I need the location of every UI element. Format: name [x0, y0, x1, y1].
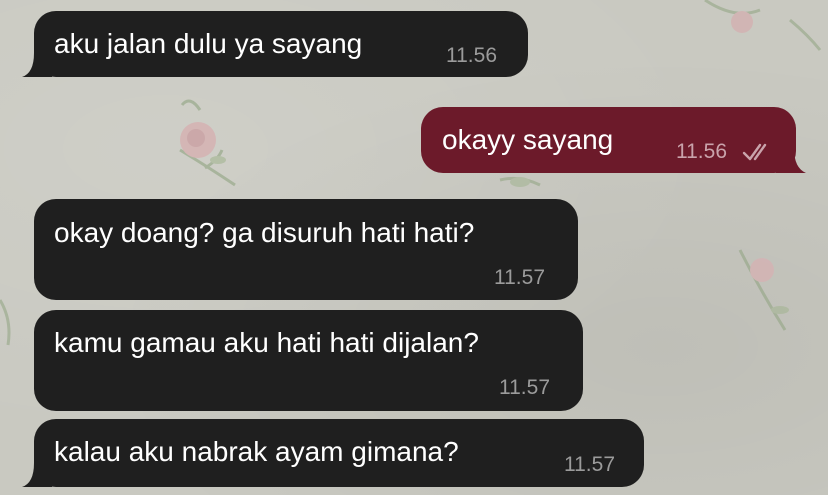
message-timestamp: 11.56 — [676, 140, 727, 163]
bubble-tail — [776, 148, 806, 173]
message-text: aku jalan dulu ya sayang — [54, 28, 363, 59]
bubble-tail — [22, 53, 52, 77]
message-text: okay doang? ga disuruh hati hati? — [54, 217, 475, 248]
message-text: kalau aku nabrak ayam gimana? — [54, 436, 459, 467]
rose-icon — [704, 0, 822, 51]
message-timestamp: 11.57 — [564, 453, 615, 476]
message-timestamp: 11.56 — [446, 44, 497, 67]
message-bubble-incoming[interactable]: kamu gamau aku hati hati dijalan? 11.57 — [34, 310, 583, 411]
message-text: kamu gamau aku hati hati dijalan? — [54, 327, 479, 358]
message-timestamp: 11.57 — [499, 376, 550, 399]
message-bubble-outgoing[interactable]: okayy sayang 11.56 — [421, 107, 796, 173]
leaf-icon — [0, 299, 11, 346]
bubble-tail — [22, 463, 52, 487]
message-bubble-incoming[interactable]: aku jalan dulu ya sayang 11.56 — [34, 11, 528, 77]
message-bubble-incoming[interactable]: okay doang? ga disuruh hati hati? 11.57 — [34, 199, 578, 300]
rose-icon — [738, 249, 789, 331]
double-check-icon — [742, 143, 767, 161]
rose-icon — [179, 99, 236, 187]
message-text: okayy sayang — [442, 124, 614, 155]
message-timestamp: 11.57 — [494, 266, 545, 289]
message-bubble-incoming[interactable]: kalau aku nabrak ayam gimana? 11.57 — [34, 419, 644, 487]
leaf-icon — [499, 176, 541, 187]
